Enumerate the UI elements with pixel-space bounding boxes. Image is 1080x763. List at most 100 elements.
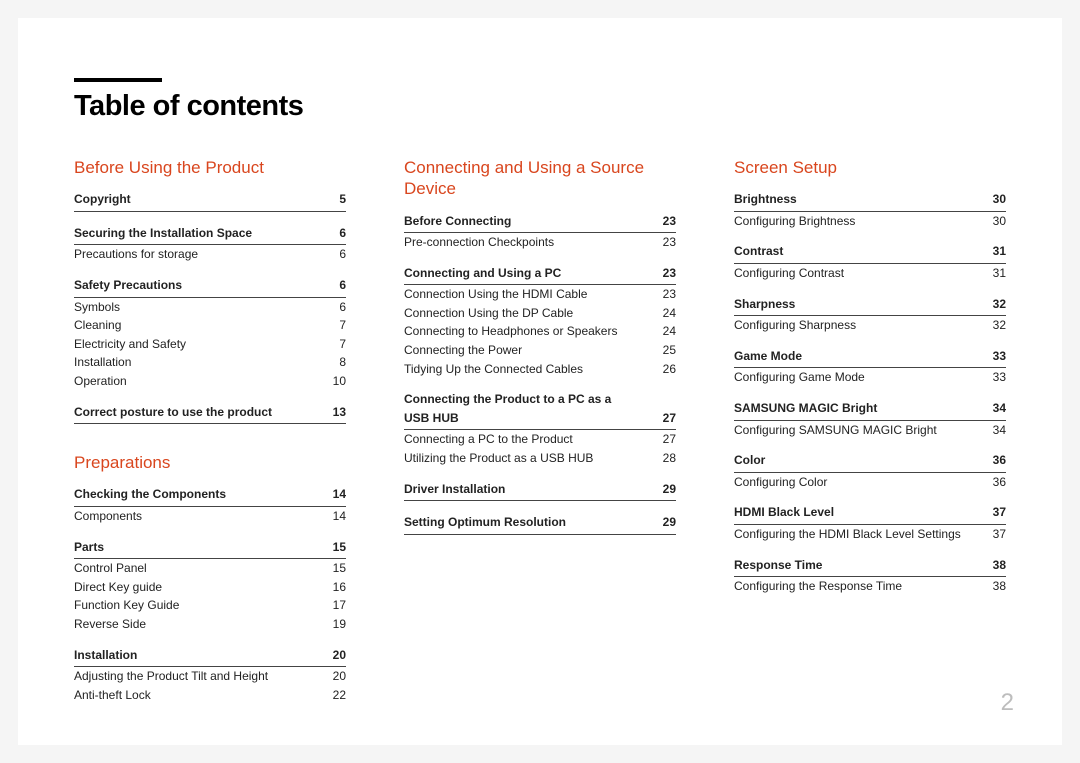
toc-entry-title: Configuring Color [734,473,827,492]
toc-entry-header[interactable]: HDMI Black Level37 [734,503,1006,525]
toc-entry-header[interactable]: Sharpness32 [734,295,1006,317]
toc-entry-page: 6 [339,276,346,295]
toc-entry[interactable]: Utilizing the Product as a USB HUB 28 [404,449,676,468]
toc-entry-page: 22 [333,686,346,705]
toc-entry-page: 34 [993,399,1006,418]
toc-entry-page: 38 [993,556,1006,575]
toc-entry-title: Before Connecting [404,212,511,231]
toc-entry-title: Connection Using the HDMI Cable [404,285,587,304]
toc-entry-page: 27 [663,409,676,428]
toc-entry-page: 14 [333,485,346,504]
toc-entry[interactable]: Direct Key guide16 [74,578,346,597]
toc-entry-page: 27 [663,430,676,449]
toc-entry-header[interactable]: Response Time38 [734,556,1006,578]
toc-entry[interactable]: Configuring the HDMI Black Level Setting… [734,525,1006,544]
toc-entry[interactable]: Configuring Brightness 30 [734,212,1006,231]
toc-entry-title: Cleaning [74,316,121,335]
toc-entry-title: Operation [74,372,127,391]
toc-entry-page: 6 [339,245,346,264]
toc-entry[interactable]: Pre-connection Checkpoints23 [404,233,676,252]
toc-entry[interactable]: Function Key Guide17 [74,596,346,615]
toc-entry-header[interactable]: USB HUB 27 [404,409,676,431]
toc-entry[interactable]: Adjusting the Product Tilt and Height20 [74,667,346,686]
toc-entry-page: 25 [663,341,676,360]
toc-entry-page: 23 [663,212,676,231]
chapter-heading: Connecting and Using a Source Device [404,157,676,200]
toc-entry[interactable]: Control Panel 15 [74,559,346,578]
toc-entry-page: 28 [663,449,676,468]
toc-entry-page: 15 [333,559,346,578]
toc-entry-header[interactable]: Contrast31 [734,242,1006,264]
toc-entry-title: Anti-theft Lock [74,686,151,705]
toc-entry-title: Connection Using the DP Cable [404,304,573,323]
toc-entry[interactable]: Configuring Game Mode33 [734,368,1006,387]
toc-entry-title: USB HUB [404,409,459,428]
toc-entry[interactable]: Configuring SAMSUNG MAGIC Bright 34 [734,421,1006,440]
accent-bar [74,78,162,82]
toc-entry-title: Configuring SAMSUNG MAGIC Bright [734,421,937,440]
toc-entry-page: 30 [993,212,1006,231]
toc-entry-page: 26 [663,360,676,379]
toc-entry[interactable]: Connecting the Power25 [404,341,676,360]
toc-entry-header[interactable]: Setting Optimum Resolution29 [404,513,676,535]
toc-entry-title: Checking the Components [74,485,226,504]
toc-group: Contrast31 Configuring Contrast31 [734,242,1006,282]
toc-entry-title: Installation [74,646,137,665]
toc-entry-header[interactable]: Copyright5 [74,190,346,212]
toc-entry-header[interactable]: Parts15 [74,538,346,560]
toc-entry-title: Utilizing the Product as a USB HUB [404,449,593,468]
toc-entry-page: 33 [993,347,1006,366]
toc-entry-page: 36 [993,451,1006,470]
toc-entry-header[interactable]: Color36 [734,451,1006,473]
toc-entry-page: 38 [993,577,1006,596]
toc-entry-header[interactable]: Safety Precautions 6 [74,276,346,298]
toc-entry[interactable]: Connecting to Headphones or Speakers24 [404,322,676,341]
toc-entry-title: Safety Precautions [74,276,182,295]
toc-entry-header[interactable]: Checking the Components 14 [74,485,346,507]
toc-group: Before Connecting 23 Pre-connection Check… [404,212,676,252]
toc-entry[interactable]: Components14 [74,507,346,526]
toc-entry-title: Configuring Brightness [734,212,855,231]
toc-entry-page: 34 [993,421,1006,440]
toc-entry-header[interactable]: Securing the Installation Space6 [74,224,346,246]
toc-entry[interactable]: Connecting a PC to the Product27 [404,430,676,449]
toc-entry[interactable]: Connection Using the DP Cable24 [404,304,676,323]
toc-entry-page: 23 [663,233,676,252]
toc-entry-title: Brightness [734,190,797,209]
toc-entry-header[interactable]: Correct posture to use the product13 [74,403,346,425]
toc-entry[interactable]: Tidying Up the Connected Cables26 [404,360,676,379]
toc-entry-header[interactable]: Before Connecting 23 [404,212,676,234]
toc-entry[interactable]: Configuring Contrast31 [734,264,1006,283]
toc-entry[interactable]: Reverse Side19 [74,615,346,634]
toc-entry-title: Control Panel [74,559,147,578]
toc-entry-title: Adjusting the Product Tilt and Height [74,667,268,686]
toc-entry-title: Configuring Sharpness [734,316,856,335]
toc-entry-header[interactable]: Installation20 [74,646,346,668]
toc-entry[interactable]: Electricity and Safety7 [74,335,346,354]
toc-entry-page: 19 [333,615,346,634]
toc-entry-page: 29 [663,480,676,499]
toc-entry-header[interactable]: Brightness30 [734,190,1006,212]
toc-entry[interactable]: Installation8 [74,353,346,372]
toc-entry-title: Connecting and Using a PC [404,264,561,283]
toc-entry-header[interactable]: SAMSUNG MAGIC Bright34 [734,399,1006,421]
toc-group: Brightness30 Configuring Brightness 30 [734,190,1006,230]
toc-entry[interactable]: Operation10 [74,372,346,391]
toc-entry[interactable]: Configuring the Response Time38 [734,577,1006,596]
toc-entry[interactable]: Precautions for storage6 [74,245,346,264]
toc-entry[interactable]: Configuring Sharpness32 [734,316,1006,335]
toc-entry[interactable]: Connection Using the HDMI Cable23 [404,285,676,304]
toc-entry[interactable]: Anti-theft Lock 22 [74,686,346,705]
toc-entry-page: 31 [993,242,1006,261]
toc-entry[interactable]: Configuring Color36 [734,473,1006,492]
toc-entry-header[interactable]: Driver Installation29 [404,480,676,502]
toc-entry[interactable]: Symbols6 [74,298,346,317]
toc-entry-title: Parts [74,538,104,557]
toc-entry[interactable]: Cleaning7 [74,316,346,335]
toc-group: Setting Optimum Resolution29 [404,513,676,535]
toc-entry-page: 8 [339,353,346,372]
toc-entry-header[interactable]: Connecting the Product to a PC as a [404,390,676,409]
toc-entry-header[interactable]: Game Mode33 [734,347,1006,369]
toc-entry-page: 14 [333,507,346,526]
toc-entry-header[interactable]: Connecting and Using a PC23 [404,264,676,286]
